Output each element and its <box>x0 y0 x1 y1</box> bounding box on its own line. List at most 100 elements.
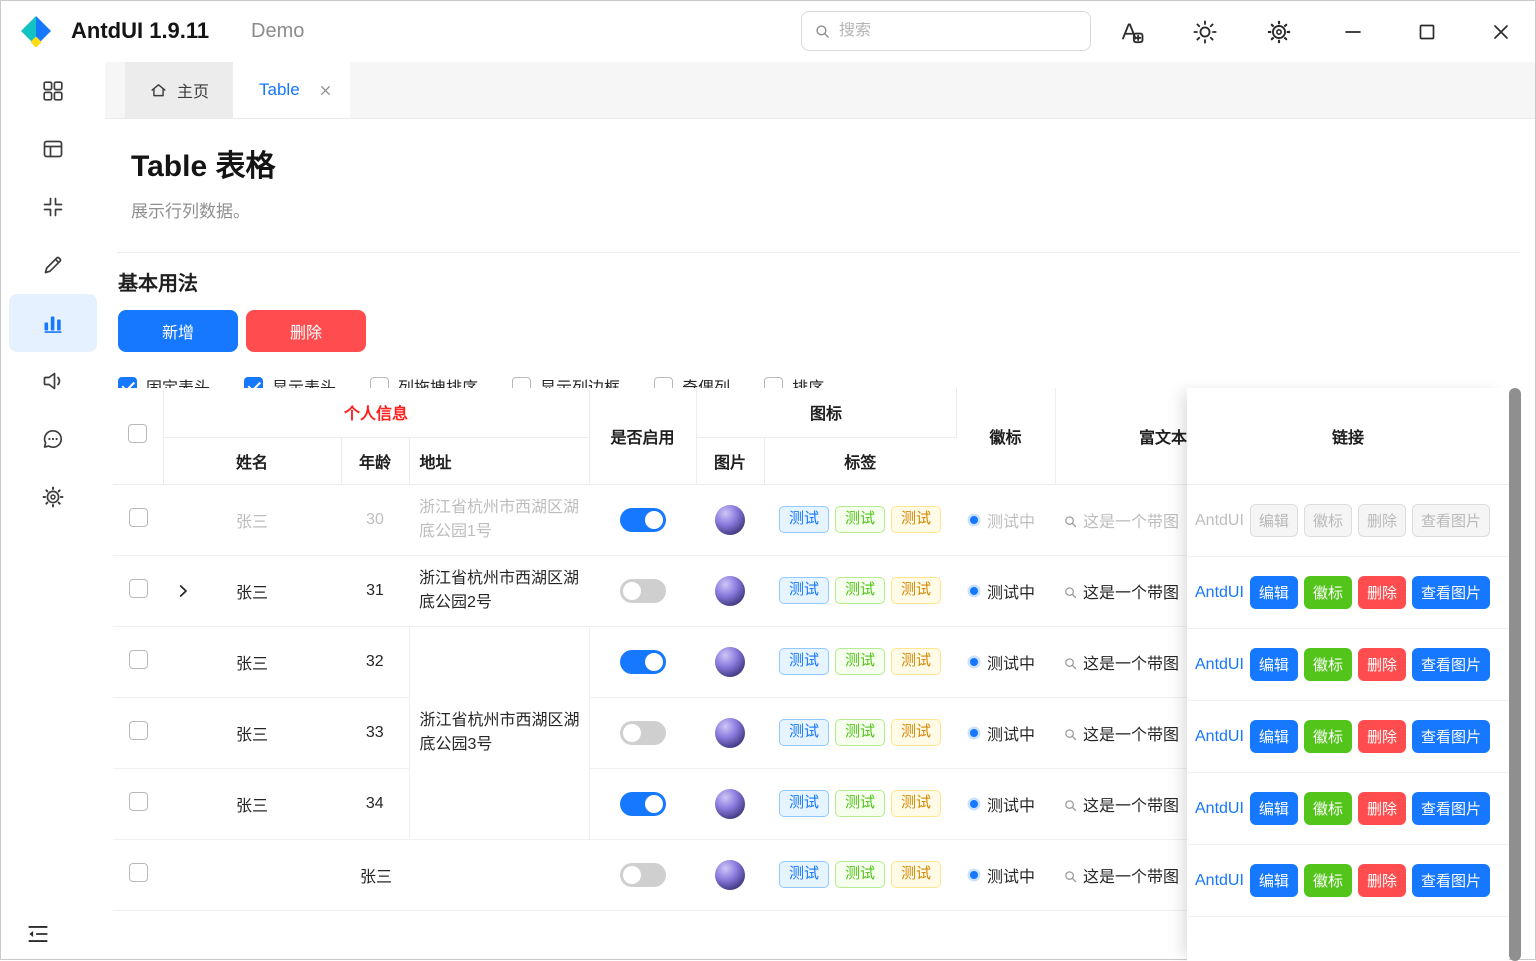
maximize-button[interactable] <box>1413 18 1441 46</box>
cell-name: 张三 <box>236 514 268 531</box>
page-header: Table 表格 展示行列数据。 <box>105 141 1535 222</box>
tag: 测试 <box>891 577 941 604</box>
antdui-link[interactable]: AntdUI <box>1195 584 1244 602</box>
settings-gear-icon[interactable] <box>1265 18 1293 46</box>
badge-button[interactable]: 徽标 <box>1304 864 1352 897</box>
column-header-badge: 徽标 <box>956 388 1055 484</box>
sidebar-item-table-charts[interactable] <box>9 294 97 352</box>
sidebar-item-overview[interactable] <box>9 62 97 120</box>
badge-dot <box>970 871 978 879</box>
minimize-button[interactable] <box>1339 18 1367 46</box>
sidebar-item-announcement[interactable] <box>9 352 97 410</box>
edit-button[interactable]: 编辑 <box>1250 792 1298 825</box>
cell-address: 浙江省杭州市西湖区湖底公园1号 <box>409 484 589 555</box>
column-group-personal: 个人信息 <box>163 388 589 437</box>
sidebar-item-layout[interactable] <box>9 120 97 178</box>
view-image-button[interactable]: 查看图片 <box>1412 864 1490 897</box>
select-all-checkbox[interactable] <box>128 424 147 443</box>
divider <box>117 252 1520 253</box>
cell-address: 浙江省杭州市西湖区湖底公园2号 <box>409 555 589 626</box>
enable-switch[interactable] <box>620 863 666 887</box>
badge-button[interactable]: 徽标 <box>1304 648 1352 681</box>
delete-button[interactable]: 删除 <box>246 310 366 352</box>
enable-switch[interactable] <box>620 721 666 745</box>
add-button[interactable]: 新增 <box>118 310 238 352</box>
theme-sun-icon[interactable] <box>1191 18 1219 46</box>
edit-button[interactable]: 编辑 <box>1250 720 1298 753</box>
row-delete-button[interactable]: 删除 <box>1358 576 1406 609</box>
enable-switch[interactable] <box>620 579 666 603</box>
edit-button[interactable]: 编辑 <box>1250 576 1298 609</box>
switch-knob <box>623 724 641 742</box>
enable-switch[interactable] <box>620 508 666 532</box>
sidebar-item-settings[interactable] <box>9 468 97 526</box>
antdui-link[interactable]: AntdUI <box>1195 728 1244 746</box>
row-checkbox[interactable] <box>129 650 148 669</box>
pencil-icon <box>41 253 65 277</box>
sidebar-item-compress[interactable] <box>9 178 97 236</box>
magnifier-icon <box>1063 727 1078 742</box>
edit-button[interactable]: 编辑 <box>1250 648 1298 681</box>
close-button[interactable] <box>1487 18 1515 46</box>
rich-text: 这是一个带图 <box>1083 798 1179 815</box>
avatar-image <box>715 789 745 819</box>
cell-name: 张三 <box>236 727 268 744</box>
expand-row-icon[interactable] <box>175 583 191 599</box>
text-size-icon[interactable] <box>1117 18 1145 46</box>
cell-age: 31 <box>341 555 409 626</box>
antdui-link[interactable]: AntdUI <box>1195 656 1244 674</box>
badge-button[interactable]: 徽标 <box>1304 792 1352 825</box>
search-input[interactable] <box>839 22 1078 40</box>
tag: 测试 <box>891 790 941 817</box>
tag: 测试 <box>779 577 829 604</box>
tag: 测试 <box>835 577 885 604</box>
enable-switch[interactable] <box>620 650 666 674</box>
row-delete-button[interactable]: 删除 <box>1358 720 1406 753</box>
dashboard-grid-icon <box>41 79 65 103</box>
sidebar-item-edit[interactable] <box>9 236 97 294</box>
row-checkbox[interactable] <box>129 792 148 811</box>
search-box[interactable] <box>801 11 1091 51</box>
badge-text: 测试中 <box>987 656 1035 673</box>
tab-table[interactable]: Table <box>233 62 350 118</box>
row-checkbox[interactable] <box>129 579 148 598</box>
antdui-link[interactable]: AntdUI <box>1195 800 1244 818</box>
view-image-button[interactable]: 查看图片 <box>1412 720 1490 753</box>
edit-button[interactable]: 编辑 <box>1250 864 1298 897</box>
badge-dot <box>970 800 978 808</box>
vertical-scrollbar[interactable] <box>1509 388 1521 961</box>
row-checkbox[interactable] <box>129 508 148 527</box>
tag: 测试 <box>891 648 941 675</box>
antdui-link[interactable]: AntdUI <box>1195 872 1244 890</box>
enable-switch[interactable] <box>620 792 666 816</box>
tab-home[interactable]: 主页 <box>125 62 233 118</box>
magnifier-icon <box>1063 798 1078 813</box>
edit-button[interactable]: 编辑 <box>1250 504 1298 537</box>
row-delete-button[interactable]: 删除 <box>1358 792 1406 825</box>
collapse-menu-icon[interactable] <box>25 921 51 947</box>
avatar-image <box>715 860 745 890</box>
badge-button[interactable]: 徽标 <box>1304 504 1352 537</box>
row-checkbox[interactable] <box>129 721 148 740</box>
row-delete-button[interactable]: 删除 <box>1358 648 1406 681</box>
column-header-address: 地址 <box>409 437 589 484</box>
row-delete-button[interactable]: 删除 <box>1358 504 1406 537</box>
antdui-link[interactable]: AntdUI <box>1195 512 1244 530</box>
view-image-button[interactable]: 查看图片 <box>1412 648 1490 681</box>
row-delete-button[interactable]: 删除 <box>1358 864 1406 897</box>
rich-text: 这是一个带图 <box>1083 514 1179 531</box>
badge-button[interactable]: 徽标 <box>1304 720 1352 753</box>
tab-close-icon[interactable] <box>319 84 332 97</box>
view-image-button[interactable]: 查看图片 <box>1412 792 1490 825</box>
view-image-button[interactable]: 查看图片 <box>1412 504 1490 537</box>
badge-text: 测试中 <box>987 585 1035 602</box>
app-title: AntdUI 1.9.11 <box>71 18 209 44</box>
links-row: AntdUI 编辑徽标删除查看图片 <box>1187 701 1509 773</box>
select-all-header <box>113 388 163 484</box>
tag: 测试 <box>835 719 885 746</box>
view-image-button[interactable]: 查看图片 <box>1412 576 1490 609</box>
avatar-image <box>715 576 745 606</box>
sidebar-item-messages[interactable] <box>9 410 97 468</box>
row-checkbox[interactable] <box>129 863 148 882</box>
badge-button[interactable]: 徽标 <box>1304 576 1352 609</box>
